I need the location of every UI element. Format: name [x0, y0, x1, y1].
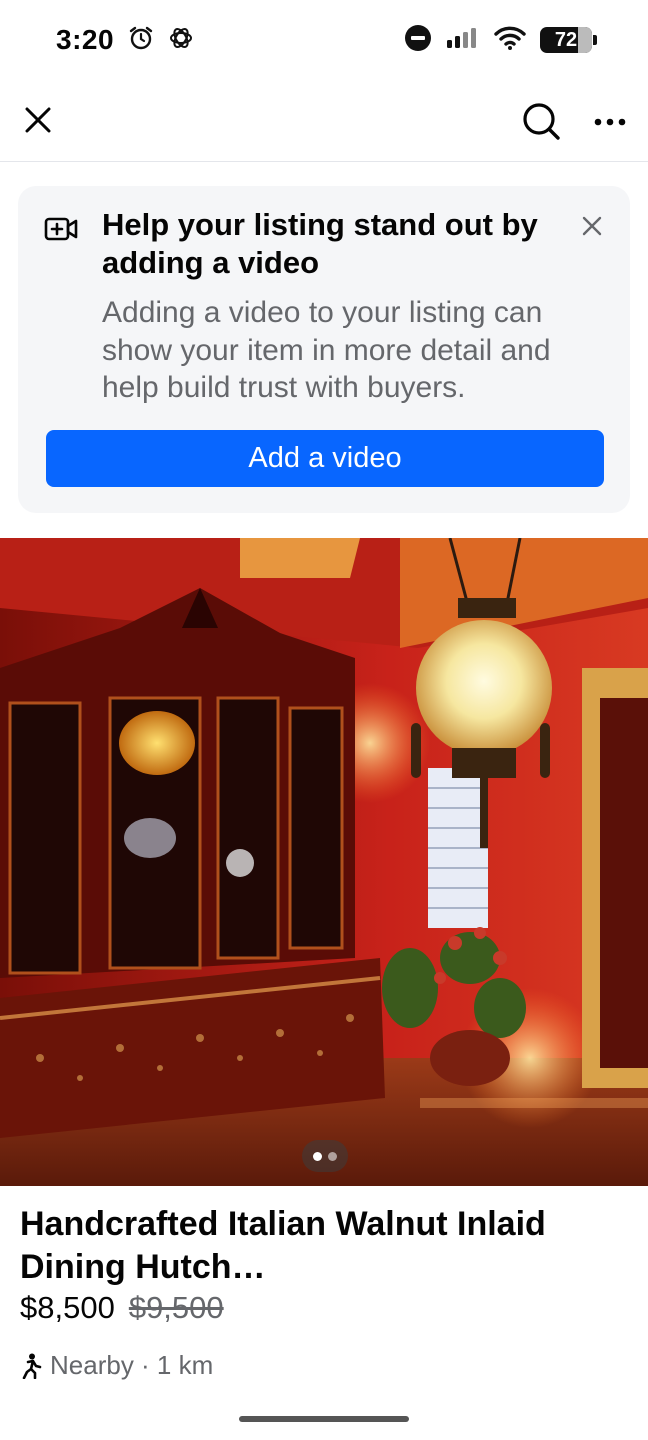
price-row: $8,500 $9,500	[20, 1290, 224, 1326]
chatgpt-icon	[168, 25, 194, 56]
signal-icon	[446, 26, 480, 55]
dismiss-icon	[582, 216, 602, 236]
listing-title: Handcrafted Italian Walnut Inlaid Dining…	[20, 1205, 546, 1286]
location-row: Nearby · 1 km	[20, 1350, 213, 1381]
add-video-promo-card: Help your listing stand out by adding a …	[18, 186, 630, 513]
walking-person-icon	[22, 1353, 42, 1379]
pager-dot-1[interactable]	[313, 1151, 322, 1161]
close-icon	[25, 107, 51, 133]
promo-title: Help your listing stand out by adding a …	[102, 207, 538, 280]
close-button[interactable]	[20, 100, 56, 140]
listing-original-price: $9,500	[128, 1290, 224, 1325]
promo-dismiss-button[interactable]	[578, 212, 606, 240]
wifi-icon	[494, 26, 526, 55]
video-add-icon	[44, 216, 78, 242]
promo-body: Adding a video to your listing can show …	[102, 296, 551, 404]
more-icon	[594, 118, 626, 126]
alarm-icon	[128, 25, 154, 56]
more-options-button[interactable]	[588, 104, 632, 140]
listing-photo-image	[0, 538, 648, 1186]
photo-pager[interactable]	[302, 1140, 348, 1172]
status-time: 3:20	[56, 24, 115, 55]
pager-dot-2[interactable]	[328, 1151, 337, 1161]
listing-price: $8,500	[20, 1290, 115, 1325]
search-button[interactable]	[518, 98, 564, 144]
top-bar	[0, 80, 648, 162]
search-icon	[523, 103, 560, 140]
home-indicator[interactable]	[239, 1416, 409, 1422]
battery-level: 72	[554, 28, 578, 51]
status-bar: 3:20 72	[0, 0, 648, 80]
add-video-button[interactable]: Add a video	[46, 430, 604, 487]
listing-photo[interactable]	[0, 538, 648, 1186]
listing-location: Nearby · 1 km	[50, 1350, 214, 1380]
battery-icon: 72	[540, 27, 597, 53]
dnd-icon	[404, 24, 432, 57]
